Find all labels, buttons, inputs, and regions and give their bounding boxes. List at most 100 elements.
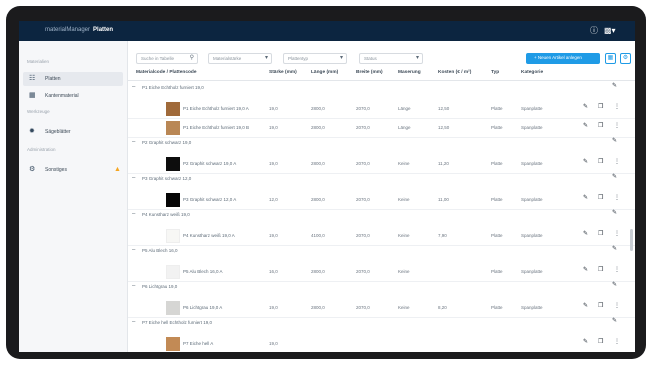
group-row[interactable]: – P2 Graphit schwarz 19,0 ✎ (128, 138, 635, 155)
flag-de-icon[interactable]: ▩▾ (604, 26, 616, 35)
cell-type: Platte (491, 305, 503, 310)
pencil-icon[interactable]: ✎ (583, 159, 588, 166)
more-vertical-icon[interactable]: ⋮ (614, 231, 620, 238)
table-row[interactable]: P6 Lichtgrau 19,0 A 19,0 2800,0 2070,0 Keine… (128, 299, 635, 318)
cell-thickness: 19,0 (269, 106, 278, 111)
sidebar-item-sonstiges[interactable]: ⚙ Sonstiges ▲ (23, 163, 123, 177)
column-header[interactable]: Stärke (mm) (269, 70, 297, 75)
thickness-filter[interactable]: Materialstärke ▾ (208, 53, 272, 64)
column-header[interactable]: Materialcode / Plattencode (136, 70, 197, 75)
copy-icon[interactable]: ❐ (598, 159, 603, 166)
collapse-icon[interactable]: – (132, 247, 135, 254)
group-row[interactable]: – P3 Graphit schwarz 12,0 ✎ (128, 174, 635, 191)
pencil-icon[interactable]: ✎ (612, 246, 617, 253)
search-icon: ⚲ (189, 55, 194, 61)
group-row[interactable]: – P7 Eiche hell Echtholz furniert 19,0 ✎ (128, 318, 635, 335)
pencil-icon[interactable]: ✎ (583, 231, 588, 238)
cell-cost: 12,50 (438, 125, 450, 130)
material-filter[interactable]: Plattentyp ▾ (283, 53, 347, 64)
column-header[interactable]: Breite (mm) (356, 70, 383, 75)
column-header[interactable]: Maserung (398, 70, 421, 75)
material-swatch (166, 193, 180, 207)
pencil-icon[interactable]: ✎ (583, 195, 588, 202)
pencil-icon[interactable]: ✎ (583, 104, 588, 111)
column-header[interactable]: Länge (mm) (311, 70, 338, 75)
pencil-icon[interactable]: ✎ (583, 123, 588, 130)
sidebar-item-platten[interactable]: ☷ Platten (23, 72, 123, 86)
more-vertical-icon[interactable]: ⋮ (614, 195, 620, 202)
cell-length: 2800,0 (311, 197, 325, 202)
table-row[interactable]: P3 Graphit schwarz 12,0 A 12,0 2800,0 2070,… (128, 191, 635, 210)
cell-category: Spanplatte (521, 233, 543, 238)
more-vertical-icon[interactable]: ⋮ (614, 303, 620, 310)
cell-length: 2800,0 (311, 106, 325, 111)
thickness-filter-label: Materialstärke (213, 56, 242, 61)
copy-icon[interactable]: ❐ (598, 267, 603, 274)
cell-thickness: 19,0 (269, 125, 278, 130)
column-header[interactable]: Kosten (€ / m²) (438, 70, 471, 75)
collapse-icon[interactable]: – (132, 211, 135, 218)
sidebar-item-kantenmaterial[interactable]: ▦ Kantenmaterial (23, 89, 123, 103)
gear-icon[interactable]: ⚙ (620, 53, 631, 64)
pencil-icon[interactable]: ✎ (612, 138, 617, 145)
cell-length: 2800,0 (311, 269, 325, 274)
table-row[interactable]: P5 Alu Blech 16,0 A 16,0 2800,0 2070,0 Keine… (128, 263, 635, 282)
cell-width: 2070,0 (356, 233, 370, 238)
collapse-icon[interactable]: – (132, 283, 135, 290)
table-row[interactable]: P2 Graphit schwarz 19,0 A 19,0 2800,0 2070,… (128, 155, 635, 174)
group-row[interactable]: – P1 Eiche Echtholz furniert 19,0 ✎ (128, 83, 635, 100)
cell-grain: Länge (398, 106, 411, 111)
material-name: P6 Lichtgrau 19,0 A (183, 305, 223, 310)
group-row[interactable]: – P6 Lichtgrau 19,0 ✎ (128, 282, 635, 299)
copy-icon[interactable]: ❐ (598, 104, 603, 111)
grid-icon[interactable]: ▦ (605, 53, 616, 64)
table-row[interactable]: P7 Eiche hell A 19,0 ✎ ❐ ⋮ (128, 335, 635, 352)
column-header[interactable]: Kategorie (521, 70, 543, 75)
pencil-icon[interactable]: ✎ (612, 83, 617, 90)
group-row[interactable]: – P5 Alu Blech 16,0 ✎ (128, 246, 635, 263)
table-row[interactable]: P1 Eiche Echtholz furniert 19,0 A 19,0 280… (128, 100, 635, 119)
more-vertical-icon[interactable]: ⋮ (614, 267, 620, 274)
chevron-down-icon: ▾ (415, 55, 419, 61)
more-vertical-icon[interactable]: ⋮ (614, 339, 620, 346)
sidebar-item-saegeblaetter[interactable]: ✹ Sägeblätter (23, 125, 123, 139)
more-vertical-icon[interactable]: ⋮ (614, 104, 620, 111)
help-icon[interactable]: ⓘ (590, 26, 598, 35)
copy-icon[interactable]: ❐ (598, 303, 603, 310)
more-vertical-icon[interactable]: ⋮ (614, 123, 620, 130)
pencil-icon[interactable]: ✎ (583, 267, 588, 274)
scrollbar[interactable] (630, 229, 633, 251)
copy-icon[interactable]: ❐ (598, 195, 603, 202)
table-row[interactable]: P1 Eiche Echtholz furniert 19,0 B 19,0 280… (128, 119, 635, 138)
cell-type: Platte (491, 233, 503, 238)
copy-icon[interactable]: ❐ (598, 339, 603, 346)
copy-icon[interactable]: ❐ (598, 123, 603, 130)
edge-material-icon: ▦ (29, 92, 36, 99)
add-article-button[interactable]: + Neuen Artikel anlegen (526, 53, 600, 64)
pencil-icon[interactable]: ✎ (583, 339, 588, 346)
cell-type: Platte (491, 197, 503, 202)
sidebar-section-admin: Administration (27, 147, 56, 152)
collapse-icon[interactable]: – (132, 319, 135, 326)
collapse-icon[interactable]: – (132, 175, 135, 182)
search-input[interactable]: Suche in Tabelle ⚲ (136, 53, 198, 64)
main-content: Suche in Tabelle ⚲ Materialstärke ▾ Plat… (128, 41, 635, 352)
pencil-icon[interactable]: ✎ (612, 282, 617, 289)
cell-width: 2070,0 (356, 161, 370, 166)
collapse-icon[interactable]: – (132, 139, 135, 146)
copy-icon[interactable]: ❐ (598, 231, 603, 238)
column-header[interactable]: Typ (491, 70, 499, 75)
pencil-icon[interactable]: ✎ (583, 303, 588, 310)
sidebar-section-tools: Werkzeuge (27, 109, 50, 114)
pencil-icon[interactable]: ✎ (612, 174, 617, 181)
table-row[interactable]: P4 Kunstharz weiß 19,0 A 19,0 4100,0 2070,0… (128, 227, 635, 246)
pencil-icon[interactable]: ✎ (612, 318, 617, 325)
status-filter[interactable]: Status ▾ (359, 53, 423, 64)
search-placeholder: Suche in Tabelle (141, 56, 174, 61)
material-name: P1 Eiche Echtholz furniert 19,0 B (183, 125, 250, 130)
cell-width: 2070,0 (356, 125, 370, 130)
group-row[interactable]: – P4 Kunstharz weiß 19,0 ✎ (128, 210, 635, 227)
collapse-icon[interactable]: – (132, 84, 135, 91)
pencil-icon[interactable]: ✎ (612, 210, 617, 217)
more-vertical-icon[interactable]: ⋮ (614, 159, 620, 166)
